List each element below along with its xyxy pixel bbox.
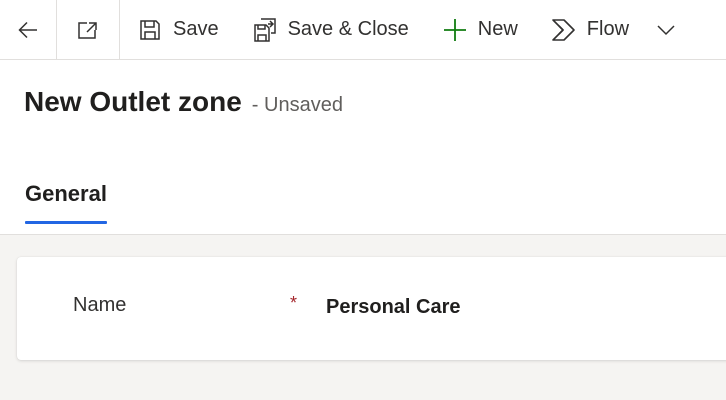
name-field-label: Name xyxy=(73,294,127,316)
plus-icon xyxy=(442,17,468,43)
general-section-card: Name * Personal Care xyxy=(17,257,726,360)
form-header: New Outlet zone - Unsaved General xyxy=(0,60,726,235)
tab-list: General xyxy=(25,181,107,224)
title-row: New Outlet zone - Unsaved xyxy=(24,86,343,118)
tab-general-label: General xyxy=(25,181,107,206)
chevron-down-icon xyxy=(656,20,676,40)
new-label: New xyxy=(477,18,518,40)
command-bar: Save Save & Close New Flow xyxy=(0,0,726,60)
open-in-new-window-button[interactable] xyxy=(57,0,120,59)
floppy-disk-icon xyxy=(137,17,163,43)
name-field-input[interactable]: Personal Care xyxy=(326,296,461,319)
page-title: New Outlet zone xyxy=(24,86,242,117)
back-button[interactable] xyxy=(0,0,57,59)
save-and-close-label: Save & Close xyxy=(287,18,409,40)
form-page: Save Save & Close New Flow New Outlet zo… xyxy=(0,0,726,400)
arrow-left-icon xyxy=(16,18,40,42)
flow-button[interactable]: Flow xyxy=(531,0,642,59)
flow-dropdown-button[interactable] xyxy=(642,0,684,59)
open-in-new-window-icon xyxy=(76,18,100,42)
save-label: Save xyxy=(173,18,219,40)
save-and-close-button[interactable]: Save & Close xyxy=(232,0,422,59)
flow-label: Flow xyxy=(586,18,630,40)
tab-general[interactable]: General xyxy=(25,181,107,224)
save-status: - Unsaved xyxy=(251,94,343,116)
save-and-close-icon xyxy=(252,17,278,43)
flow-icon xyxy=(551,17,577,43)
new-button[interactable]: New xyxy=(422,0,531,59)
save-button[interactable]: Save xyxy=(120,0,232,59)
required-indicator: * xyxy=(290,293,298,313)
selected-tab-indicator xyxy=(25,221,107,224)
